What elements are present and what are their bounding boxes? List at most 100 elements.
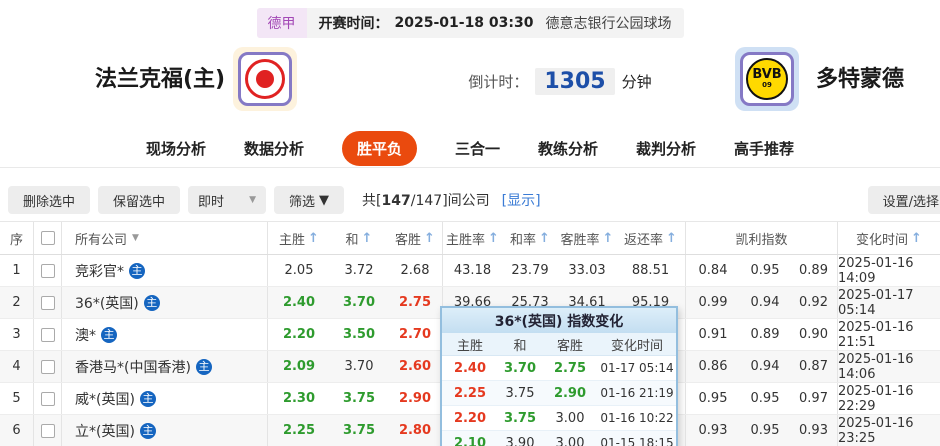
odds-away[interactable]: 2.80	[388, 415, 443, 446]
odds-draw[interactable]: 3.75	[330, 415, 388, 446]
odds-away[interactable]: 2.90	[388, 383, 443, 414]
keep-selected-button[interactable]: 保留选中	[98, 186, 180, 214]
change-time: 2025-01-16 14:09	[838, 255, 940, 286]
kelly-away: 0.97	[790, 383, 838, 414]
league-badge[interactable]: 德甲	[257, 8, 307, 38]
match-meta-pill: 德甲 开赛时间：2025-01-18 03:30 德意志银行公园球场	[257, 8, 684, 38]
tab-live-analysis[interactable]: 现场分析	[146, 138, 206, 159]
tab-referee-analysis[interactable]: 裁判分析	[636, 138, 696, 159]
company-cell[interactable]: 36*(英国)主	[62, 287, 268, 318]
kelly-draw: 0.95	[740, 383, 790, 414]
row-seq: 4	[0, 351, 34, 382]
company-cell[interactable]: 立*(英国)主	[62, 415, 268, 446]
kelly-away: 0.93	[790, 415, 838, 446]
odds-away[interactable]: 2.60	[388, 351, 443, 382]
odds-away[interactable]: 2.75	[388, 287, 443, 318]
kickoff-time: 2025-01-18 03:30	[395, 15, 534, 31]
row-checkbox[interactable]	[41, 360, 55, 374]
popup-odds-home: 2.20	[442, 411, 498, 426]
odds-draw[interactable]: 3.70	[330, 287, 388, 318]
rate-away: 33.03	[558, 255, 616, 286]
sort-asc-icon: ↑	[424, 231, 435, 246]
row-checkbox[interactable]	[41, 296, 55, 310]
row-select[interactable]	[34, 287, 62, 318]
kelly-away: 0.87	[790, 351, 838, 382]
countdown-unit: 分钟	[622, 71, 652, 92]
kelly-home: 0.91	[686, 319, 740, 350]
time-mode-value: 即时	[198, 191, 224, 210]
company-cell[interactable]: 竞彩官*主	[62, 255, 268, 286]
row-checkbox[interactable]	[41, 264, 55, 278]
header-home-win[interactable]: 主胜↑	[268, 222, 330, 254]
kelly-draw: 0.95	[740, 415, 790, 446]
tab-coach-analysis[interactable]: 教练分析	[538, 138, 598, 159]
row-checkbox[interactable]	[41, 424, 55, 438]
row-select[interactable]	[34, 383, 62, 414]
odds-home[interactable]: 2.20	[268, 319, 330, 350]
odds-home[interactable]: 2.25	[268, 415, 330, 446]
show-link[interactable]: [显示]	[502, 190, 541, 210]
odds-draw[interactable]: 3.50	[330, 319, 388, 350]
company-cell[interactable]: 香港马*(中国香港)主	[62, 351, 268, 382]
sort-asc-icon: ↑	[539, 231, 550, 246]
popup-odds-home: 2.10	[442, 436, 498, 446]
odds-draw[interactable]: 3.72	[330, 255, 388, 286]
delete-selected-button[interactable]: 删除选中	[8, 186, 90, 214]
header-draw[interactable]: 和↑	[330, 222, 388, 254]
popup-row: 2.40 3.70 2.75 01-17 05:14	[442, 356, 676, 381]
row-checkbox[interactable]	[41, 392, 55, 406]
company-cell[interactable]: 澳*主	[62, 319, 268, 350]
row-select[interactable]	[34, 255, 62, 286]
change-time: 2025-01-17 05:14	[838, 287, 940, 318]
row-select[interactable]	[34, 319, 62, 350]
row-seq: 6	[0, 415, 34, 446]
row-select[interactable]	[34, 351, 62, 382]
sort-asc-icon: ↑	[488, 231, 499, 246]
kelly-home: 0.93	[686, 415, 740, 446]
main-badge-icon: 主	[101, 327, 117, 343]
odds-draw[interactable]: 3.70	[330, 351, 388, 382]
header-select-all[interactable]	[34, 222, 62, 254]
header-company[interactable]: 所有公司▼	[62, 222, 268, 254]
row-seq: 3	[0, 319, 34, 350]
kelly-home: 0.86	[686, 351, 740, 382]
odds-home[interactable]: 2.05	[268, 255, 330, 286]
sort-asc-icon: ↑	[362, 231, 373, 246]
odds-away[interactable]: 2.68	[388, 255, 443, 286]
popup-row: 2.20 3.75 3.00 01-16 10:22	[442, 406, 676, 431]
analysis-tab-bar: 现场分析 数据分析 胜平负 三合一 教练分析 裁判分析 高手推荐	[0, 130, 940, 168]
popup-odds-draw: 3.75	[498, 386, 542, 401]
odds-draw[interactable]: 3.75	[330, 383, 388, 414]
popup-row: 2.25 3.75 2.90 01-16 21:19	[442, 381, 676, 406]
company-cell[interactable]: 威*(英国)主	[62, 383, 268, 414]
sort-asc-icon: ↑	[666, 231, 677, 246]
select-all-checkbox[interactable]	[41, 231, 55, 245]
tab-expert-picks[interactable]: 高手推荐	[734, 138, 794, 159]
settings-select-button[interactable]: 设置/选择	[868, 186, 940, 214]
popup-change-time: 01-15 18:15	[598, 436, 676, 446]
header-kelly-index: 凯利指数	[686, 222, 838, 254]
tab-win-draw-loss[interactable]: 胜平负	[342, 131, 417, 166]
odds-away[interactable]: 2.70	[388, 319, 443, 350]
odds-home[interactable]: 2.30	[268, 383, 330, 414]
tab-three-in-one[interactable]: 三合一	[455, 138, 500, 159]
filter-select[interactable]: 筛选 ▼	[274, 186, 344, 214]
time-mode-select[interactable]: 即时 ▼	[188, 186, 266, 214]
header-home-rate[interactable]: 主胜率↑	[443, 222, 502, 254]
main-badge-icon: 主	[140, 391, 156, 407]
caret-down-icon: ▼	[319, 193, 329, 208]
header-change-time[interactable]: 变化时间↑	[838, 222, 940, 254]
header-draw-rate[interactable]: 和率↑	[502, 222, 558, 254]
row-checkbox[interactable]	[41, 328, 55, 342]
bvb-logo-sub: 09	[762, 81, 772, 89]
header-away-win[interactable]: 客胜↑	[388, 222, 443, 254]
odds-home[interactable]: 2.09	[268, 351, 330, 382]
row-select[interactable]	[34, 415, 62, 446]
sort-asc-icon: ↑	[603, 231, 614, 246]
odds-home[interactable]: 2.40	[268, 287, 330, 318]
eintracht-frankfurt-logo-icon	[238, 52, 292, 106]
kelly-home: 0.95	[686, 383, 740, 414]
tab-data-analysis[interactable]: 数据分析	[244, 138, 304, 159]
header-away-rate[interactable]: 客胜率↑	[558, 222, 616, 254]
header-return-rate[interactable]: 返还率↑	[616, 222, 686, 254]
